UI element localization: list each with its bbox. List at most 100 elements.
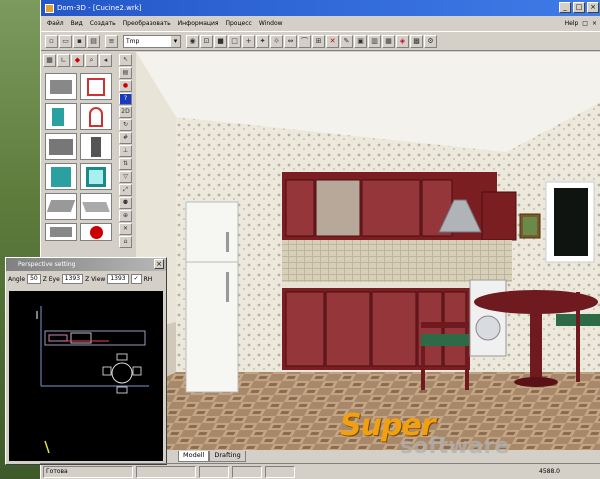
- cross-icon[interactable]: ✕: [119, 223, 132, 235]
- minimize-button[interactable]: _: [559, 2, 571, 13]
- settings-icon[interactable]: ⚙: [424, 34, 437, 48]
- status-field: [199, 465, 229, 478]
- material-icon[interactable]: ▦: [382, 34, 395, 48]
- tab-drafting[interactable]: Drafting: [209, 451, 246, 462]
- library-prev-icon[interactable]: ◂: [99, 54, 112, 67]
- rh-checkbox[interactable]: ✓: [130, 274, 142, 284]
- mdi-close-button[interactable]: ×: [592, 20, 597, 27]
- pointer-icon[interactable]: ↖: [119, 54, 132, 66]
- rh-label: RH: [143, 275, 153, 283]
- plan-view-canvas[interactable]: [9, 291, 163, 461]
- print-icon[interactable]: ▤: [87, 34, 100, 48]
- tab-model[interactable]: Modell: [178, 451, 210, 462]
- library-item-roof[interactable]: [45, 193, 77, 220]
- help-icon[interactable]: ?: [119, 93, 132, 105]
- perspective-close-button[interactable]: ×: [154, 259, 164, 269]
- zeye-input[interactable]: 1393: [61, 274, 84, 284]
- library-item-roof2[interactable]: [80, 193, 112, 220]
- mdi-restore-button[interactable]: □: [582, 20, 588, 27]
- perspective-setting-dialog: Perspective setting × Angle 50 Z Eye 139…: [5, 257, 167, 465]
- 3d-viewport[interactable]: [136, 52, 600, 450]
- view-tabs: Modell Drafting: [178, 451, 246, 462]
- menu-create[interactable]: Создать: [90, 20, 116, 27]
- chart-icon[interactable]: ▥: [368, 34, 381, 48]
- group-icon[interactable]: ⊕: [119, 210, 132, 222]
- menu-window[interactable]: Window: [259, 20, 283, 27]
- shade-icon[interactable]: ■: [214, 34, 227, 48]
- mode-2d-button[interactable]: 2D: [119, 106, 132, 118]
- library-search-icon[interactable]: ⌕: [85, 54, 98, 67]
- library-item-corner[interactable]: [80, 73, 112, 100]
- library-item-column[interactable]: [80, 133, 112, 160]
- menu-view[interactable]: Вид: [71, 20, 83, 27]
- zview-label: Z View: [85, 275, 106, 283]
- camera-icon[interactable]: ▣: [354, 34, 367, 48]
- perspective-dialog-title: Perspective setting ×: [6, 258, 166, 271]
- red-dot-icon[interactable]: ●: [119, 80, 132, 92]
- plan-drawing: [36, 306, 149, 454]
- library-item-door[interactable]: [45, 103, 77, 130]
- new-file-icon[interactable]: ▫: [45, 34, 58, 48]
- menu-file[interactable]: Файл: [47, 20, 64, 27]
- status-field: [265, 465, 295, 478]
- rotate-icon[interactable]: ↻: [119, 119, 132, 131]
- kitchen-render: [136, 52, 600, 450]
- axis-icon[interactable]: ⊥: [119, 145, 132, 157]
- library-item-hatch[interactable]: [45, 223, 77, 241]
- texture-icon[interactable]: ▩: [410, 34, 423, 48]
- menu-help[interactable]: Help: [565, 20, 579, 27]
- delete-icon[interactable]: ✕: [326, 34, 339, 48]
- grid-icon[interactable]: +: [242, 34, 255, 48]
- status-bar: Готова 4588.0: [40, 463, 600, 479]
- status-field: [136, 465, 196, 478]
- measure-icon[interactable]: ⊞: [312, 34, 325, 48]
- mirror-icon[interactable]: ▽: [119, 171, 132, 183]
- chair-icon[interactable]: ⌂: [119, 236, 132, 248]
- render-icon[interactable]: ◉: [186, 34, 199, 48]
- library-color-icon[interactable]: ◆: [71, 54, 84, 67]
- menu-process[interactable]: Процесс: [225, 20, 251, 27]
- snap-icon[interactable]: ✦: [256, 34, 269, 48]
- angle-label: Angle: [8, 275, 26, 283]
- library-item-window[interactable]: [45, 163, 77, 190]
- window-title: Dom-3D - [Cucine2.wrk]: [57, 4, 142, 12]
- app-icon: [45, 3, 54, 13]
- edit-icon[interactable]: ✎: [340, 34, 353, 48]
- main-toolbar: ▫ ▭ ▪ ▤ ≡ Tmp ◉ ⊡ ■ □ + ✦ ☼ ⇔ ⌒ ⊞ ✕ ✎ ▣ …: [41, 31, 600, 51]
- library-item-window-frame[interactable]: [80, 163, 112, 190]
- status-ready: Готова: [43, 465, 133, 478]
- maximize-button[interactable]: □: [573, 2, 585, 13]
- library-line-icon[interactable]: ∟: [57, 54, 70, 67]
- people-icon[interactable]: ⚉: [119, 197, 132, 209]
- library-item-wall[interactable]: [45, 73, 77, 100]
- palette-icon[interactable]: ◈: [396, 34, 409, 48]
- status-field: [232, 465, 262, 478]
- save-icon[interactable]: ▪: [73, 34, 86, 48]
- close-button[interactable]: ×: [587, 2, 599, 13]
- zoom-window-icon[interactable]: ⊡: [200, 34, 213, 48]
- zeye-label: Z Eye: [42, 275, 60, 283]
- layer-select[interactable]: Tmp: [123, 34, 181, 48]
- flip-icon[interactable]: ⇅: [119, 158, 132, 170]
- angle-input[interactable]: 50: [27, 274, 41, 284]
- library-item-stairs[interactable]: [45, 133, 77, 160]
- library-item-stop[interactable]: [80, 223, 112, 241]
- move-icon[interactable]: ⇔: [284, 34, 297, 48]
- wire-icon[interactable]: □: [228, 34, 241, 48]
- library-item-arch[interactable]: [80, 103, 112, 130]
- arc-icon[interactable]: ⌒: [298, 34, 311, 48]
- library-view-icon[interactable]: ▦: [43, 54, 56, 67]
- open-file-icon[interactable]: ▭: [59, 34, 72, 48]
- title-bar: Dom-3D - [Cucine2.wrk] _ □ ×: [41, 0, 600, 16]
- select-icon[interactable]: ▤: [119, 67, 132, 79]
- grid-small-icon[interactable]: #: [119, 132, 132, 144]
- layers-icon[interactable]: ≡: [105, 34, 118, 48]
- scale-icon[interactable]: ⤢: [119, 184, 132, 196]
- zview-input[interactable]: 1393: [107, 274, 129, 284]
- light-icon[interactable]: ☼: [270, 34, 283, 48]
- status-coordinate: 4588.0: [539, 468, 560, 475]
- menu-bar: Файл Вид Создать Преобразовать Информаци…: [41, 16, 600, 30]
- menu-info[interactable]: Информация: [178, 20, 219, 27]
- menu-transform[interactable]: Преобразовать: [123, 20, 171, 27]
- watermark-software: software: [400, 434, 510, 459]
